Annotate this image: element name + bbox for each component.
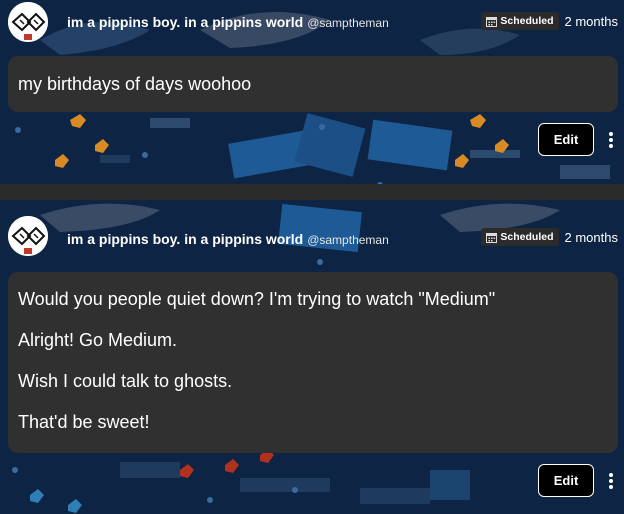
- post-author[interactable]: im a pippins boy. in a pippins world @sam…: [67, 14, 389, 30]
- post-paragraph: Would you people quiet down? I'm trying …: [18, 289, 496, 309]
- post-meta: Scheduled 2 months: [481, 228, 618, 246]
- more-options-icon[interactable]: [604, 471, 618, 491]
- post-card: im a pippins boy. in a pippins world @sam…: [0, 0, 624, 184]
- avatar-image: [8, 2, 48, 42]
- author-handle[interactable]: @samptheman: [307, 233, 389, 247]
- avatar[interactable]: [8, 216, 48, 256]
- edit-button[interactable]: Edit: [538, 464, 594, 497]
- post-paragraph: my birthdays of days woohoo: [18, 74, 252, 94]
- author-name[interactable]: im a pippins boy. in a pippins world: [67, 231, 303, 247]
- avatar-image: [8, 216, 48, 256]
- post-body: my birthdays of days woohoo: [8, 56, 618, 112]
- scheduled-badge-label: Scheduled: [500, 231, 554, 243]
- author-name[interactable]: im a pippins boy. in a pippins world: [67, 14, 303, 30]
- post-paragraph: Alright! Go Medium.: [18, 330, 178, 350]
- calendar-icon: [486, 232, 498, 243]
- scheduled-badge: Scheduled: [481, 228, 559, 246]
- author-handle[interactable]: @samptheman: [307, 16, 389, 30]
- scheduled-badge: Scheduled: [481, 12, 559, 30]
- post-card: im a pippins boy. in a pippins world @sam…: [0, 200, 624, 514]
- post-time[interactable]: 2 months: [565, 230, 618, 245]
- post-body: Would you people quiet down? I'm trying …: [8, 272, 618, 453]
- avatar[interactable]: [8, 2, 48, 42]
- post-paragraph: That'd be sweet!: [18, 412, 150, 432]
- post-divider: [0, 184, 624, 200]
- post-actions: Edit: [538, 464, 618, 497]
- post-meta: Scheduled 2 months: [481, 12, 618, 30]
- post-actions: Edit: [538, 123, 618, 156]
- scheduled-badge-label: Scheduled: [500, 15, 554, 27]
- post-paragraph: Wish I could talk to ghosts.: [18, 371, 233, 391]
- post-time[interactable]: 2 months: [565, 14, 618, 29]
- more-options-icon[interactable]: [604, 130, 618, 150]
- post-author[interactable]: im a pippins boy. in a pippins world @sam…: [67, 231, 389, 247]
- calendar-icon: [486, 16, 498, 27]
- edit-button[interactable]: Edit: [538, 123, 594, 156]
